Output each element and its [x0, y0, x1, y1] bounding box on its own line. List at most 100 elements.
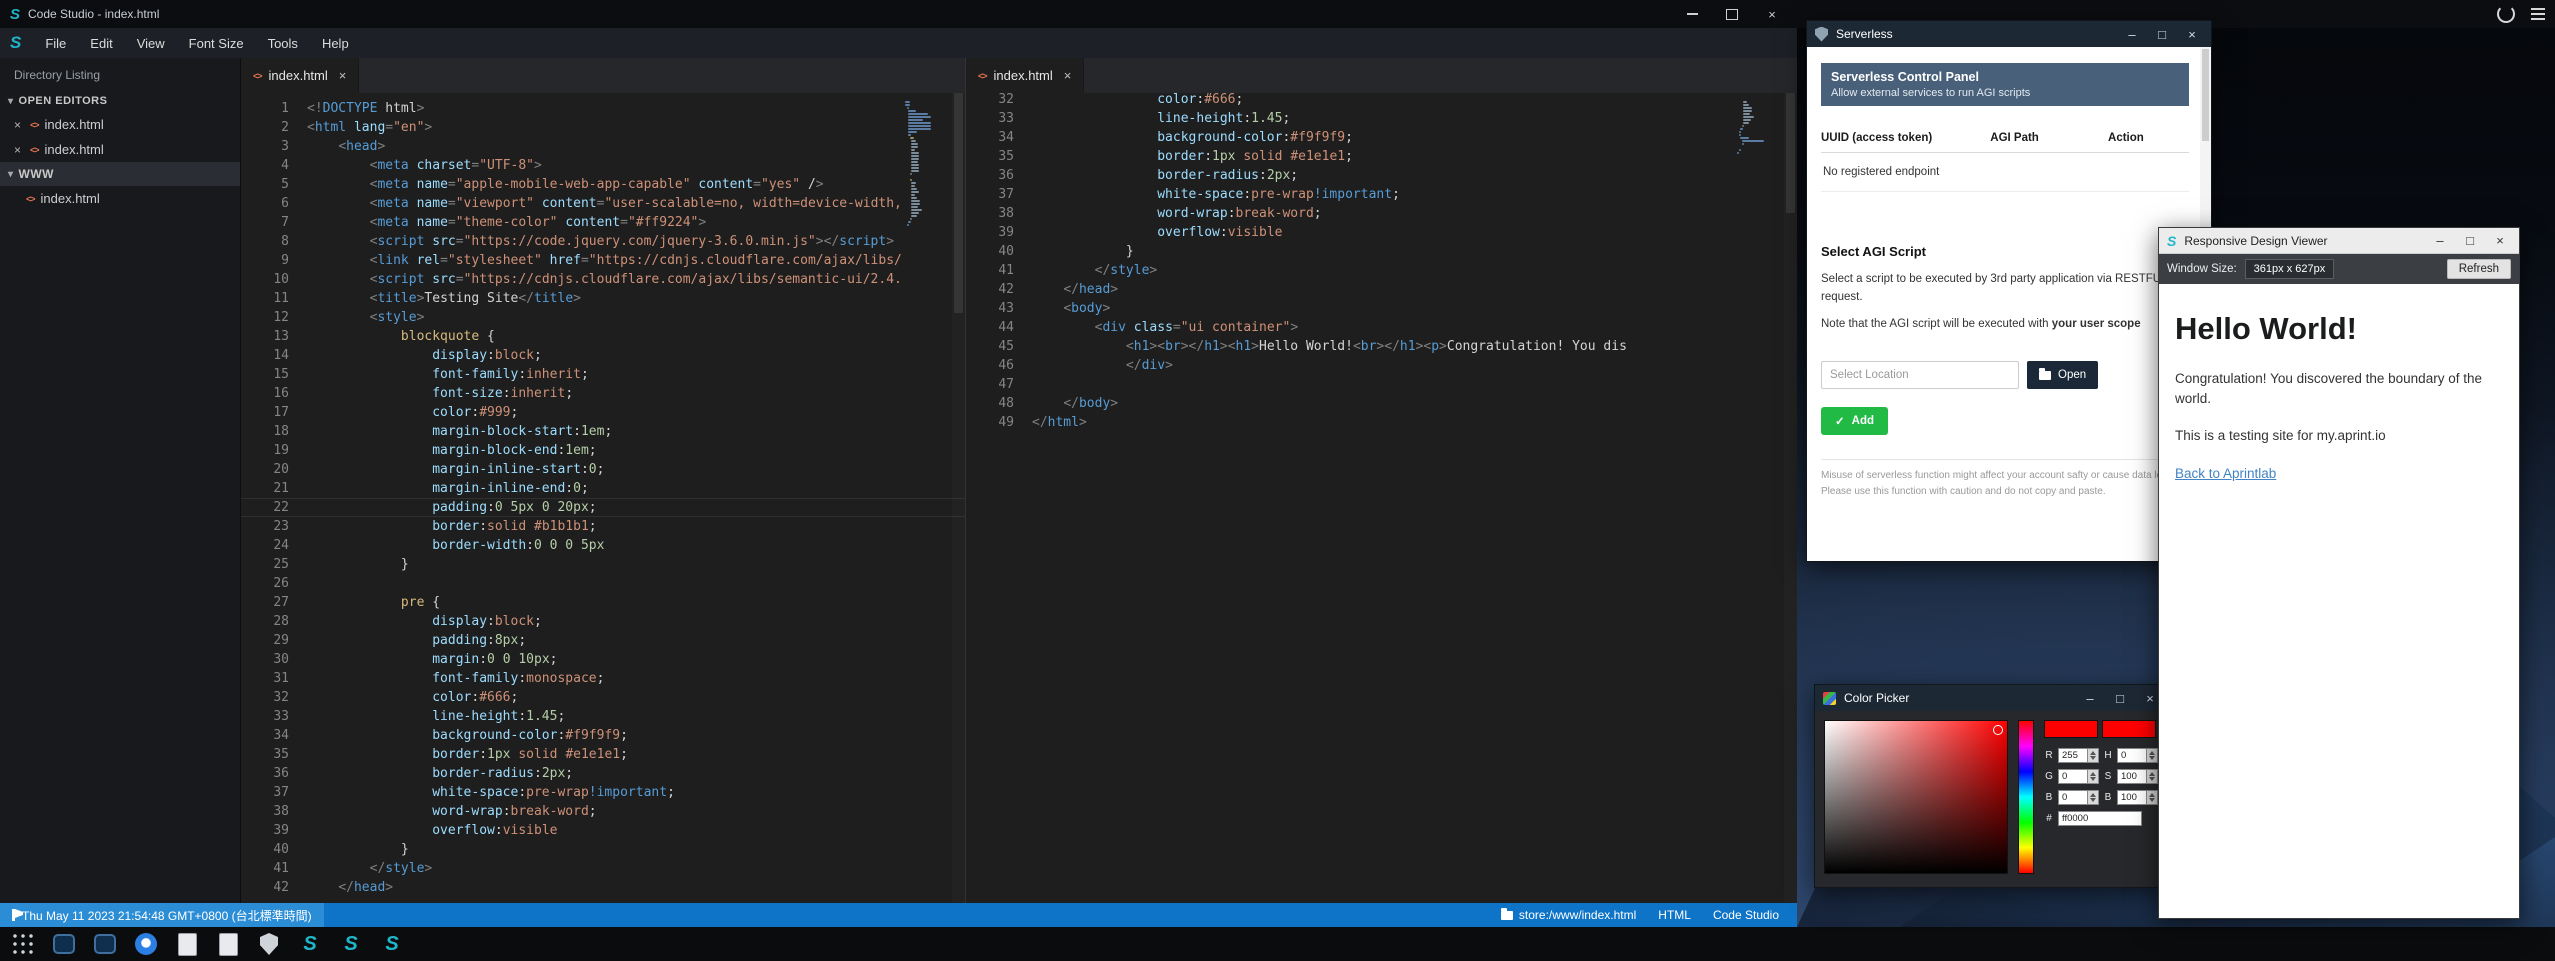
code-line[interactable]: 44 <div class="ui container">	[966, 318, 1797, 337]
minimize-button[interactable]: –	[2079, 691, 2101, 706]
sync-spinner-icon[interactable]	[2497, 5, 2515, 23]
code-line[interactable]: 22 padding:0 5px 0 20px;	[241, 498, 965, 517]
app-launcher-icon[interactable]	[10, 931, 36, 957]
code-line[interactable]: 36 border-radius:2px;	[966, 166, 1797, 185]
back-to-aprintlab-link[interactable]: Back to Aprintlab	[2175, 466, 2276, 481]
code-line[interactable]: 41 </style>	[966, 261, 1797, 280]
hex-input[interactable]	[2058, 811, 2142, 826]
code-editor[interactable]: 32 color:#666;33 line-height:1.45;34 bac…	[966, 93, 1797, 903]
menu-item-help[interactable]: Help	[310, 28, 361, 58]
green-input[interactable]	[2058, 769, 2088, 784]
hue-slider[interactable]	[2018, 720, 2034, 874]
brightness-input[interactable]	[2117, 790, 2147, 805]
minimize-button[interactable]	[1672, 0, 1712, 28]
code-line[interactable]: 31 font-family:monospace;	[241, 669, 965, 688]
status-datetime[interactable]: Thu May 11 2023 21:54:48 GMT+0800 (台北標準時…	[0, 903, 324, 927]
file-item[interactable]: ×<>index.html	[0, 112, 240, 137]
code-line[interactable]: 28 display:block;	[241, 612, 965, 631]
code-line[interactable]: 15 font-family:inherit;	[241, 365, 965, 384]
maximize-button[interactable]: □	[2109, 691, 2131, 706]
close-button[interactable]: ×	[2181, 27, 2203, 42]
code-line[interactable]: 33 line-height:1.45;	[966, 109, 1797, 128]
close-icon[interactable]: ×	[14, 143, 24, 157]
code-line[interactable]: 1<!DOCTYPE html>	[241, 99, 965, 118]
code-line[interactable]: 33 line-height:1.45;	[241, 707, 965, 726]
tab-close-icon[interactable]: ×	[1064, 68, 1072, 83]
tab-index-html[interactable]: <> index.html ×	[241, 58, 359, 93]
code-line[interactable]: 45 <h1><br></h1><h1>Hello World!<br></h1…	[966, 337, 1797, 356]
code-line[interactable]: 46 </div>	[966, 356, 1797, 375]
code-line[interactable]: 6 <meta name="viewport" content="user-sc…	[241, 194, 965, 213]
stepper-icon[interactable]	[2147, 748, 2158, 763]
code-studio-icon[interactable]: S	[297, 931, 323, 957]
browser-icon[interactable]	[133, 931, 159, 957]
code-line[interactable]: 16 font-size:inherit;	[241, 384, 965, 403]
code-line[interactable]: 19 margin-block-end:1em;	[241, 441, 965, 460]
minimize-button[interactable]: –	[2429, 233, 2451, 248]
saturation-input[interactable]	[2117, 769, 2147, 784]
terminal-icon[interactable]	[51, 931, 77, 957]
code-line[interactable]: 34 background-color:#f9f9f9;	[966, 128, 1797, 147]
code-line[interactable]: 27 pre {	[241, 593, 965, 612]
add-button[interactable]: ✓ Add	[1821, 407, 1888, 435]
file-item[interactable]: ×<>index.html	[0, 137, 240, 162]
color-picker-title-bar[interactable]: Color Picker – □ ×	[1815, 685, 2169, 711]
code-line[interactable]: 30 margin:0 0 10px;	[241, 650, 965, 669]
code-line[interactable]: 32 color:#666;	[966, 93, 1797, 109]
minimize-button[interactable]: –	[2121, 27, 2143, 42]
code-line[interactable]: 34 background-color:#f9f9f9;	[241, 726, 965, 745]
code-line[interactable]: 21 margin-inline-end:0;	[241, 479, 965, 498]
minimap[interactable]	[905, 101, 951, 227]
section-folder-www[interactable]: ▾ WWW	[0, 162, 240, 186]
tab-close-icon[interactable]: ×	[339, 68, 347, 83]
menu-item-font-size[interactable]: Font Size	[177, 28, 256, 58]
red-input[interactable]	[2058, 748, 2088, 763]
code-line[interactable]: 13 blockquote {	[241, 327, 965, 346]
code-line[interactable]: 37 white-space:pre-wrap!important;	[241, 783, 965, 802]
security-app-icon[interactable]	[256, 931, 282, 957]
serverless-title-bar[interactable]: Serverless – □ ×	[1807, 21, 2211, 47]
code-line[interactable]: 3 <head>	[241, 137, 965, 156]
file-manager-icon[interactable]	[174, 931, 200, 957]
refresh-button[interactable]: Refresh	[2447, 259, 2511, 279]
maximize-button[interactable]: □	[2459, 233, 2481, 248]
menu-item-tools[interactable]: Tools	[256, 28, 310, 58]
color-cursor[interactable]	[1993, 725, 2003, 735]
hue-input[interactable]	[2117, 748, 2147, 763]
status-app-name[interactable]: Code Studio	[1713, 908, 1779, 922]
minimap[interactable]	[1737, 101, 1783, 155]
close-icon[interactable]: ×	[14, 118, 24, 132]
scrollbar[interactable]	[952, 93, 965, 903]
stepper-icon[interactable]	[2088, 769, 2099, 784]
code-line[interactable]: 24 border-width:0 0 0 5px	[241, 536, 965, 555]
code-line[interactable]: 10 <script src="https://cdnjs.cloudflare…	[241, 270, 965, 289]
blue-input[interactable]	[2058, 790, 2088, 805]
code-line[interactable]: 32 color:#666;	[241, 688, 965, 707]
code-line[interactable]: 17 color:#999;	[241, 403, 965, 422]
code-line[interactable]: 42 </head>	[241, 878, 965, 897]
code-line[interactable]: 40 }	[241, 840, 965, 859]
code-line[interactable]: 35 border:1px solid #e1e1e1;	[241, 745, 965, 764]
code-line[interactable]: 8 <script src="https://code.jquery.com/j…	[241, 232, 965, 251]
code-line[interactable]: 42 </head>	[966, 280, 1797, 299]
window-size-value[interactable]: 361px x 627px	[2245, 259, 2335, 279]
text-editor-icon[interactable]	[215, 931, 241, 957]
status-file-path[interactable]: store:/www/index.html	[1501, 908, 1636, 922]
code-line[interactable]: 18 margin-block-start:1em;	[241, 422, 965, 441]
section-open-editors[interactable]: ▾ OPEN EDITORS	[0, 90, 240, 112]
saturation-brightness-field[interactable]	[1824, 720, 2008, 874]
file-item[interactable]: <>index.html	[0, 186, 240, 211]
code-line[interactable]: 49</html>	[966, 413, 1797, 432]
code-line[interactable]: 39 overflow:visible	[966, 223, 1797, 242]
code-line[interactable]: 40 }	[966, 242, 1797, 261]
code-line[interactable]: 26	[241, 574, 965, 593]
menu-item-edit[interactable]: Edit	[78, 28, 124, 58]
stepper-icon[interactable]	[2088, 748, 2099, 763]
close-button[interactable]: ×	[2489, 233, 2511, 248]
code-line[interactable]: 43 <body>	[966, 299, 1797, 318]
stepper-icon[interactable]	[2147, 790, 2158, 805]
menu-item-file[interactable]: File	[33, 28, 78, 58]
code-line[interactable]: 29 padding:8px;	[241, 631, 965, 650]
code-line[interactable]: 20 margin-inline-start:0;	[241, 460, 965, 479]
code-line[interactable]: 48 </body>	[966, 394, 1797, 413]
